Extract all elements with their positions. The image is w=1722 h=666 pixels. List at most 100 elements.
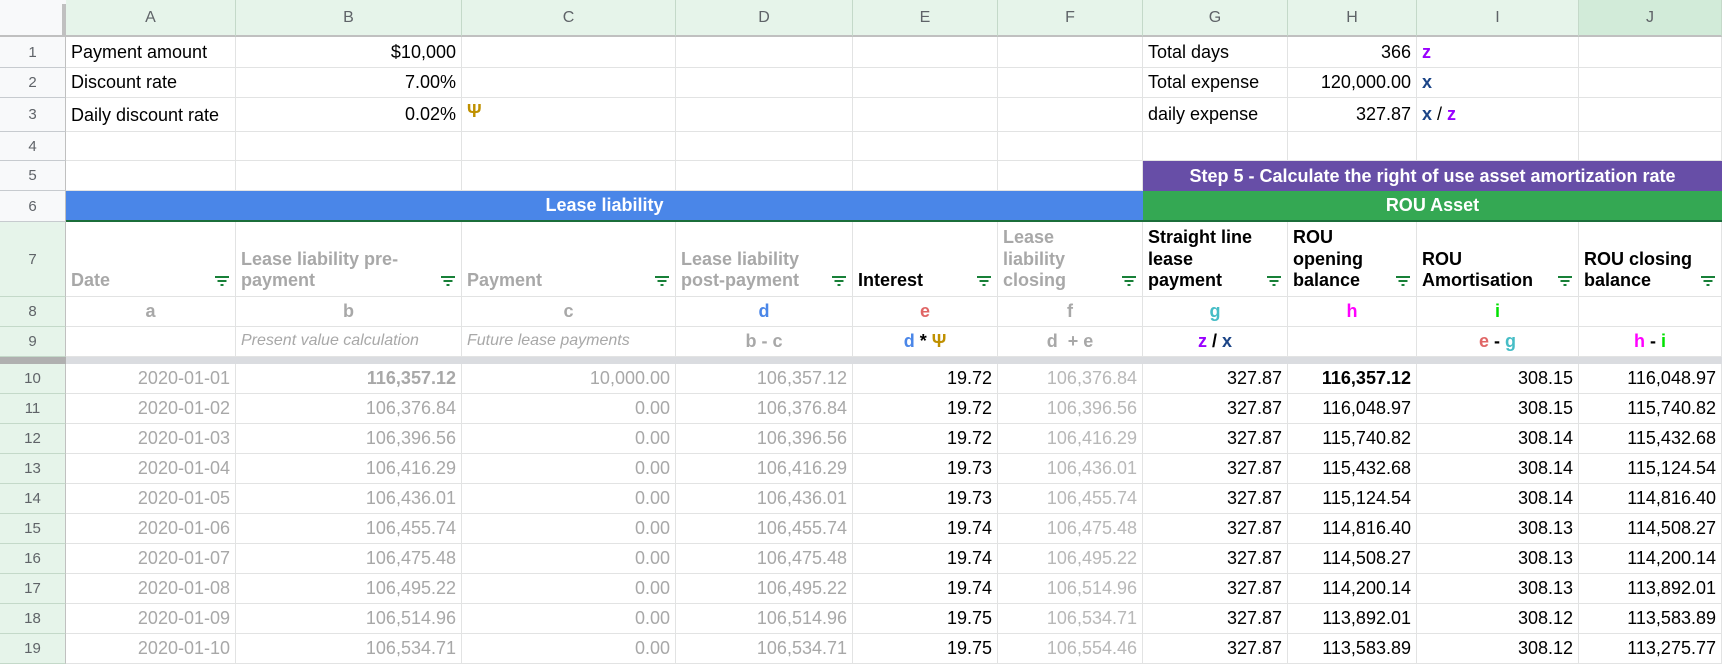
formula-j[interactable]: h - i (1579, 327, 1722, 357)
data-cell-b[interactable]: 106,436.01 (236, 484, 462, 514)
data-cell-i[interactable]: 308.14 (1417, 454, 1579, 484)
row-header-9[interactable]: 9 (0, 327, 66, 357)
cell-e4[interactable] (853, 132, 998, 161)
daily-discount-rate-label[interactable]: Daily discount rate (66, 98, 236, 132)
row-header-2[interactable]: 2 (0, 68, 66, 98)
data-cell-j[interactable]: 115,124.54 (1579, 454, 1722, 484)
formula-h[interactable] (1288, 327, 1417, 357)
cell-c2[interactable] (462, 68, 676, 98)
data-cell-a[interactable]: 2020-01-01 (66, 364, 236, 394)
data-cell-c[interactable]: 0.00 (462, 604, 676, 634)
data-cell-d[interactable]: 106,436.01 (676, 484, 853, 514)
formula-e[interactable]: d * Ψ (853, 327, 998, 357)
data-cell-f[interactable]: 106,396.56 (998, 394, 1143, 424)
column-title-i[interactable]: ROU Amortisation (1417, 222, 1579, 297)
data-cell-i[interactable]: 308.13 (1417, 574, 1579, 604)
column-header-d[interactable]: D (676, 0, 853, 37)
data-cell-g[interactable]: 327.87 (1143, 634, 1288, 664)
data-cell-j[interactable]: 113,892.01 (1579, 574, 1722, 604)
select-all-corner[interactable] (0, 0, 66, 37)
column-title-h[interactable]: ROU opening balance (1288, 222, 1417, 297)
data-cell-i[interactable]: 308.14 (1417, 484, 1579, 514)
cell-b4[interactable] (236, 132, 462, 161)
data-cell-e[interactable]: 19.75 (853, 634, 998, 664)
daily-expense-formula[interactable]: x / z (1417, 98, 1579, 132)
cell-f2[interactable] (998, 68, 1143, 98)
formula-d[interactable]: b - c (676, 327, 853, 357)
data-cell-h[interactable]: 114,816.40 (1288, 514, 1417, 544)
column-title-e[interactable]: Interest (853, 222, 998, 297)
data-cell-b[interactable]: 106,475.48 (236, 544, 462, 574)
cell-c1[interactable] (462, 37, 676, 68)
data-cell-e[interactable]: 19.74 (853, 514, 998, 544)
data-cell-i[interactable]: 308.15 (1417, 394, 1579, 424)
column-title-j[interactable]: ROU closing balance (1579, 222, 1722, 297)
cell-j4[interactable] (1579, 132, 1722, 161)
data-cell-a[interactable]: 2020-01-08 (66, 574, 236, 604)
data-cell-g[interactable]: 327.87 (1143, 364, 1288, 394)
total-expense-label[interactable]: Total expense (1143, 68, 1288, 98)
data-cell-i[interactable]: 308.12 (1417, 604, 1579, 634)
data-cell-f[interactable]: 106,455.74 (998, 484, 1143, 514)
row-header-17[interactable]: 17 (0, 574, 66, 604)
cell-f5[interactable] (998, 161, 1143, 191)
filter-icon[interactable] (976, 275, 992, 287)
column-title-b[interactable]: Lease liability pre-payment (236, 222, 462, 297)
data-cell-c[interactable]: 10,000.00 (462, 364, 676, 394)
data-cell-d[interactable]: 106,376.84 (676, 394, 853, 424)
cell-e1[interactable] (853, 37, 998, 68)
row-header-7[interactable]: 7 (0, 222, 66, 297)
column-header-i[interactable]: I (1417, 0, 1579, 37)
data-cell-g[interactable]: 327.87 (1143, 394, 1288, 424)
data-cell-e[interactable]: 19.72 (853, 364, 998, 394)
column-header-c[interactable]: C (462, 0, 676, 37)
column-header-b[interactable]: B (236, 0, 462, 37)
frozen-rows-handle[interactable] (0, 357, 66, 364)
column-title-a[interactable]: Date (66, 222, 236, 297)
spreadsheet-grid[interactable]: A B C D E F G H I J 1 2 3 4 5 6 7 8 9 10 11 12 13 14 15 16 17 18 19 P… (0, 0, 1722, 666)
cell-j3[interactable] (1579, 98, 1722, 132)
cell-f3[interactable] (998, 98, 1143, 132)
data-cell-c[interactable]: 0.00 (462, 394, 676, 424)
data-cell-b[interactable]: 106,455.74 (236, 514, 462, 544)
data-cell-h[interactable]: 115,740.82 (1288, 424, 1417, 454)
variable-letter-g[interactable]: g (1143, 297, 1288, 327)
column-header-a[interactable]: A (66, 0, 236, 37)
filter-icon[interactable] (214, 275, 230, 287)
variable-letter-c[interactable]: c (462, 297, 676, 327)
column-title-d[interactable]: Lease liability post-payment (676, 222, 853, 297)
cell-c4[interactable] (462, 132, 676, 161)
data-cell-h[interactable]: 114,508.27 (1288, 544, 1417, 574)
data-cell-e[interactable]: 19.73 (853, 484, 998, 514)
data-cell-j[interactable]: 113,275.77 (1579, 634, 1722, 664)
data-cell-i[interactable]: 308.13 (1417, 544, 1579, 574)
row-header-11[interactable]: 11 (0, 394, 66, 424)
data-cell-g[interactable]: 327.87 (1143, 574, 1288, 604)
column-title-c[interactable]: Payment (462, 222, 676, 297)
rou-asset-banner[interactable]: ROU Asset (1143, 191, 1722, 222)
data-cell-h[interactable]: 116,048.97 (1288, 394, 1417, 424)
cell-f4[interactable] (998, 132, 1143, 161)
formula-a[interactable] (66, 327, 236, 357)
data-cell-b[interactable]: 106,514.96 (236, 604, 462, 634)
variable-letter-j[interactable] (1579, 297, 1722, 327)
data-cell-b[interactable]: 106,376.84 (236, 394, 462, 424)
row-header-8[interactable]: 8 (0, 297, 66, 327)
column-header-g[interactable]: G (1143, 0, 1288, 37)
data-cell-j[interactable]: 114,200.14 (1579, 544, 1722, 574)
formula-i[interactable]: e - g (1417, 327, 1579, 357)
data-cell-d[interactable]: 106,495.22 (676, 574, 853, 604)
data-cell-h[interactable]: 115,432.68 (1288, 454, 1417, 484)
column-header-h[interactable]: H (1288, 0, 1417, 37)
cell-d5[interactable] (676, 161, 853, 191)
data-cell-b[interactable]: 106,416.29 (236, 454, 462, 484)
data-cell-f[interactable]: 106,436.01 (998, 454, 1143, 484)
daily-expense-label[interactable]: daily expense (1143, 98, 1288, 132)
data-cell-e[interactable]: 19.73 (853, 454, 998, 484)
data-cell-e[interactable]: 19.74 (853, 544, 998, 574)
data-cell-g[interactable]: 327.87 (1143, 604, 1288, 634)
data-cell-a[interactable]: 2020-01-02 (66, 394, 236, 424)
filter-icon[interactable] (1266, 275, 1282, 287)
row-header-6[interactable]: 6 (0, 191, 66, 222)
cell-d4[interactable] (676, 132, 853, 161)
